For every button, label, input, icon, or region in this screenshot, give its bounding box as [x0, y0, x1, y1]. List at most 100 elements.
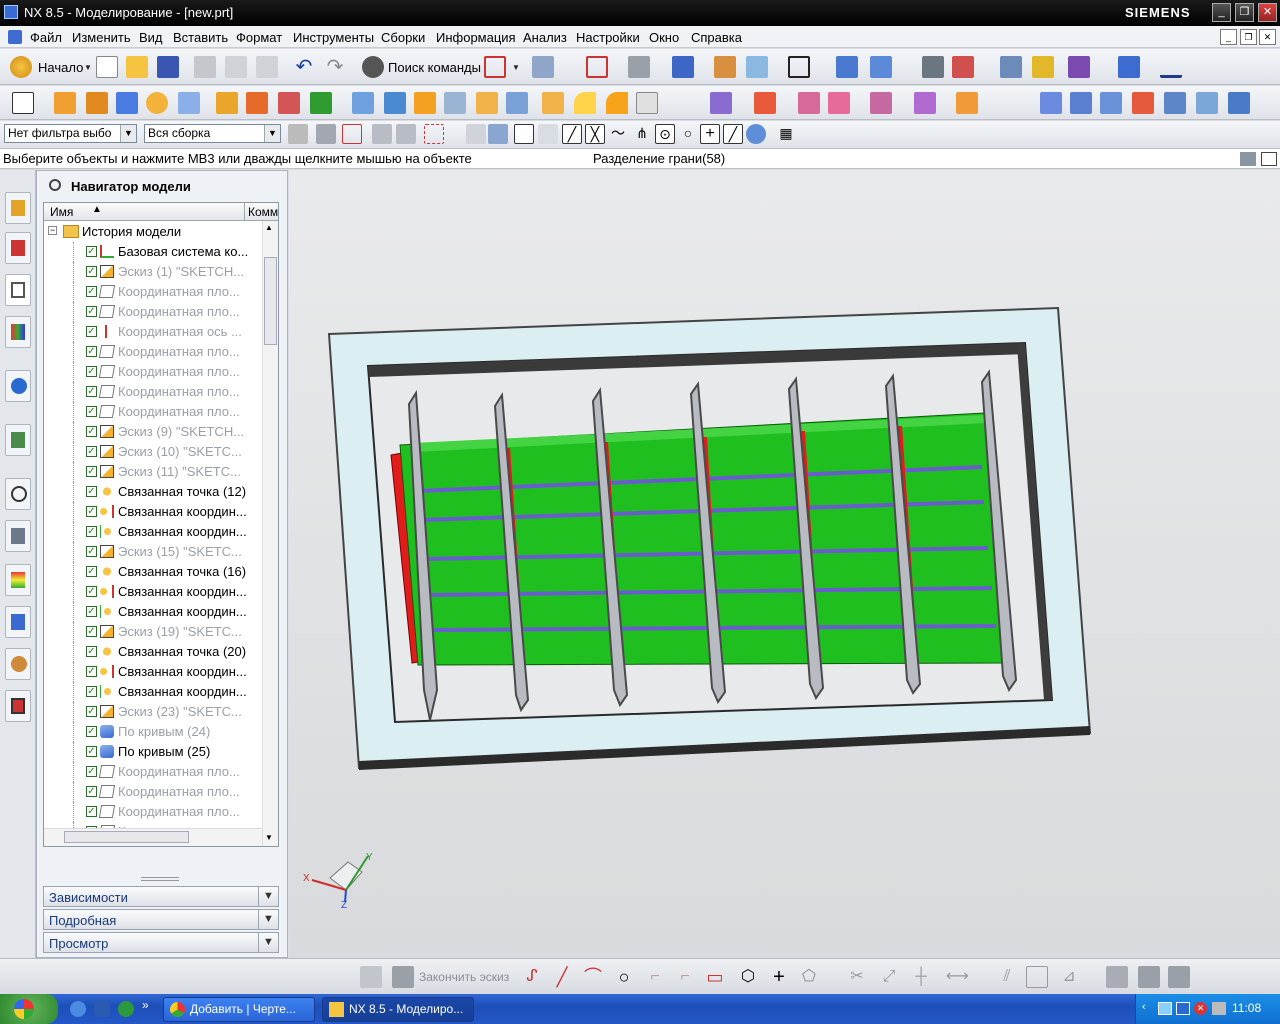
visibility-checkbox[interactable]: ✓ — [86, 606, 97, 617]
navigator-feature-row[interactable]: ✓ Координатная ось ... — [44, 322, 260, 342]
wcs-icon[interactable] — [870, 56, 892, 78]
snap-arc-icon[interactable]: 〜 — [608, 124, 628, 144]
rectangle-icon[interactable]: ▭ — [704, 966, 726, 988]
point-icon[interactable] — [310, 92, 332, 114]
display-icon[interactable] — [1176, 1002, 1190, 1015]
visibility-checkbox[interactable]: ✓ — [86, 706, 97, 717]
horizontal-scrollbar[interactable] — [44, 828, 262, 846]
maximize-button[interactable]: ❐ — [1235, 3, 1254, 22]
menu-help[interactable]: Справка — [691, 30, 742, 45]
snap-tangent-icon[interactable]: ╳ — [585, 124, 605, 144]
system-scenes-tab[interactable] — [5, 690, 31, 722]
paste-icon[interactable] — [256, 56, 278, 78]
extract-icon[interactable] — [870, 92, 892, 114]
navigator-feature-row[interactable]: ✓ Эскиз (9) "SKETCH... — [44, 422, 260, 442]
render-style-icon[interactable] — [628, 56, 650, 78]
background-icon[interactable] — [788, 56, 810, 78]
chamfer-sketch-icon[interactable]: ⌐ — [674, 966, 696, 988]
navigator-feature-row[interactable]: ✓ Координатная пло... — [44, 782, 260, 802]
analysis-icon[interactable] — [1000, 56, 1022, 78]
reuse-library-tab[interactable] — [5, 316, 31, 348]
collapse-icon[interactable]: − — [48, 226, 57, 235]
divide-face-icon[interactable] — [828, 92, 850, 114]
mirror-icon[interactable] — [506, 92, 528, 114]
pattern-icon[interactable] — [246, 92, 268, 114]
network-icon[interactable] — [1158, 1002, 1172, 1015]
navigator-feature-row[interactable]: ✓ Координатная пло... — [44, 302, 260, 322]
edge-filter-icon[interactable] — [396, 124, 416, 144]
menu-insert[interactable]: Вставить — [173, 30, 228, 45]
shaded-cube-icon[interactable] — [672, 56, 694, 78]
windows-start-button[interactable] — [0, 994, 58, 1024]
visibility-checkbox[interactable]: ✓ — [86, 406, 97, 417]
intersect-icon[interactable] — [956, 92, 978, 114]
app-quicklaunch-icon[interactable] — [118, 1001, 134, 1017]
bridge-icon[interactable] — [1196, 92, 1218, 114]
visibility-checkbox[interactable]: ✓ — [86, 646, 97, 657]
orient-view-icon[interactable] — [836, 56, 858, 78]
visibility-checkbox[interactable]: ✓ — [86, 486, 97, 497]
finish-sketch-button[interactable]: Закончить эскиз — [419, 970, 509, 984]
visibility-checkbox[interactable]: ✓ — [86, 326, 97, 337]
explorer-quicklaunch-icon[interactable] — [94, 1001, 110, 1017]
menu-window[interactable]: Окно — [649, 30, 679, 45]
vertical-scroll-thumb[interactable] — [264, 257, 277, 345]
copy-icon[interactable] — [225, 56, 247, 78]
alternate-solution-icon[interactable] — [1138, 966, 1160, 988]
menu-edit[interactable]: Изменить — [72, 30, 131, 45]
fit-view-icon[interactable] — [484, 56, 506, 78]
auto-constrain-icon[interactable] — [1026, 966, 1048, 988]
measure-icon[interactable] — [1032, 56, 1054, 78]
select-body-icon[interactable] — [488, 124, 508, 144]
type-filter-select[interactable]: Нет фильтра выбо ▼ — [4, 124, 137, 143]
revolve-icon[interactable] — [86, 92, 108, 114]
navigator-feature-row[interactable]: ✓ Эскиз (10) "SKETC... — [44, 442, 260, 462]
menu-file[interactable]: Файл — [30, 30, 62, 45]
inferred-constraints-icon[interactable] — [1168, 966, 1190, 988]
swept-icon[interactable] — [1132, 92, 1154, 114]
constraints-icon[interactable] — [952, 56, 974, 78]
command-finder-button[interactable]: Поиск команды — [388, 60, 481, 75]
minimize-button[interactable]: _ — [1212, 3, 1231, 22]
feature-filter-icon[interactable] — [316, 124, 336, 144]
polygon-icon[interactable]: ⬡ — [737, 966, 759, 988]
quicklaunch-more-icon[interactable]: » — [142, 998, 149, 1012]
taskbar-item-browser[interactable]: Добавить | Черте... — [163, 997, 315, 1022]
subtract-icon[interactable] — [914, 92, 936, 114]
security-alert-icon[interactable]: ✕ — [1194, 1002, 1207, 1015]
section-icon[interactable] — [746, 56, 768, 78]
fillet-icon[interactable]: ⌐ — [644, 966, 666, 988]
finish-sketch-icon[interactable] — [392, 966, 414, 988]
geometric-constraint-icon[interactable]: ⫽ — [996, 966, 1018, 988]
navigator-feature-row[interactable]: ✓ Базовая система ко... — [44, 242, 260, 262]
chamfer-icon[interactable] — [542, 92, 564, 114]
system-materials-tab[interactable] — [5, 520, 31, 552]
snap-on-curve-icon[interactable]: ╱ — [723, 124, 743, 144]
roles-tab[interactable] — [5, 648, 31, 680]
navigator-feature-row[interactable]: ✓ Эскиз (15) "SKETC... — [44, 542, 260, 562]
menu-analysis[interactable]: Анализ — [523, 30, 567, 45]
browser-quicklaunch-icon[interactable] — [70, 1001, 86, 1017]
model-viewport[interactable]: Y X Z — [289, 170, 1280, 958]
visibility-checkbox[interactable]: ✓ — [86, 466, 97, 477]
navigator-feature-row[interactable]: ✓ По кривым (24) — [44, 722, 260, 742]
trim-body-icon[interactable] — [384, 92, 406, 114]
web-browser-tab[interactable] — [5, 424, 31, 456]
part-navigator-tab[interactable] — [5, 274, 31, 306]
redo-icon[interactable]: ↷ — [324, 56, 346, 78]
visibility-checkbox[interactable]: ✓ — [86, 266, 97, 277]
offset-curve-icon[interactable]: ⬠ — [798, 966, 820, 988]
body-filter-icon[interactable] — [342, 124, 362, 144]
zoom-icon[interactable] — [586, 56, 608, 78]
menu-information[interactable]: Информация — [436, 30, 516, 45]
navigator-feature-row[interactable]: ✓ Координатная пло... — [44, 402, 260, 422]
dimension-icon[interactable]: ⟷ — [946, 966, 969, 988]
model-history-node[interactable]: − История модели — [44, 222, 260, 242]
assembly-navigator-icon[interactable] — [922, 56, 944, 78]
save-icon[interactable] — [157, 56, 179, 78]
visibility-checkbox[interactable]: ✓ — [86, 846, 97, 847]
quick-trim-icon[interactable]: ✂ — [846, 966, 868, 988]
visibility-checkbox[interactable]: ✓ — [86, 566, 97, 577]
sketch-point-icon[interactable]: + — [768, 966, 790, 988]
through-curves-icon[interactable] — [1040, 92, 1062, 114]
